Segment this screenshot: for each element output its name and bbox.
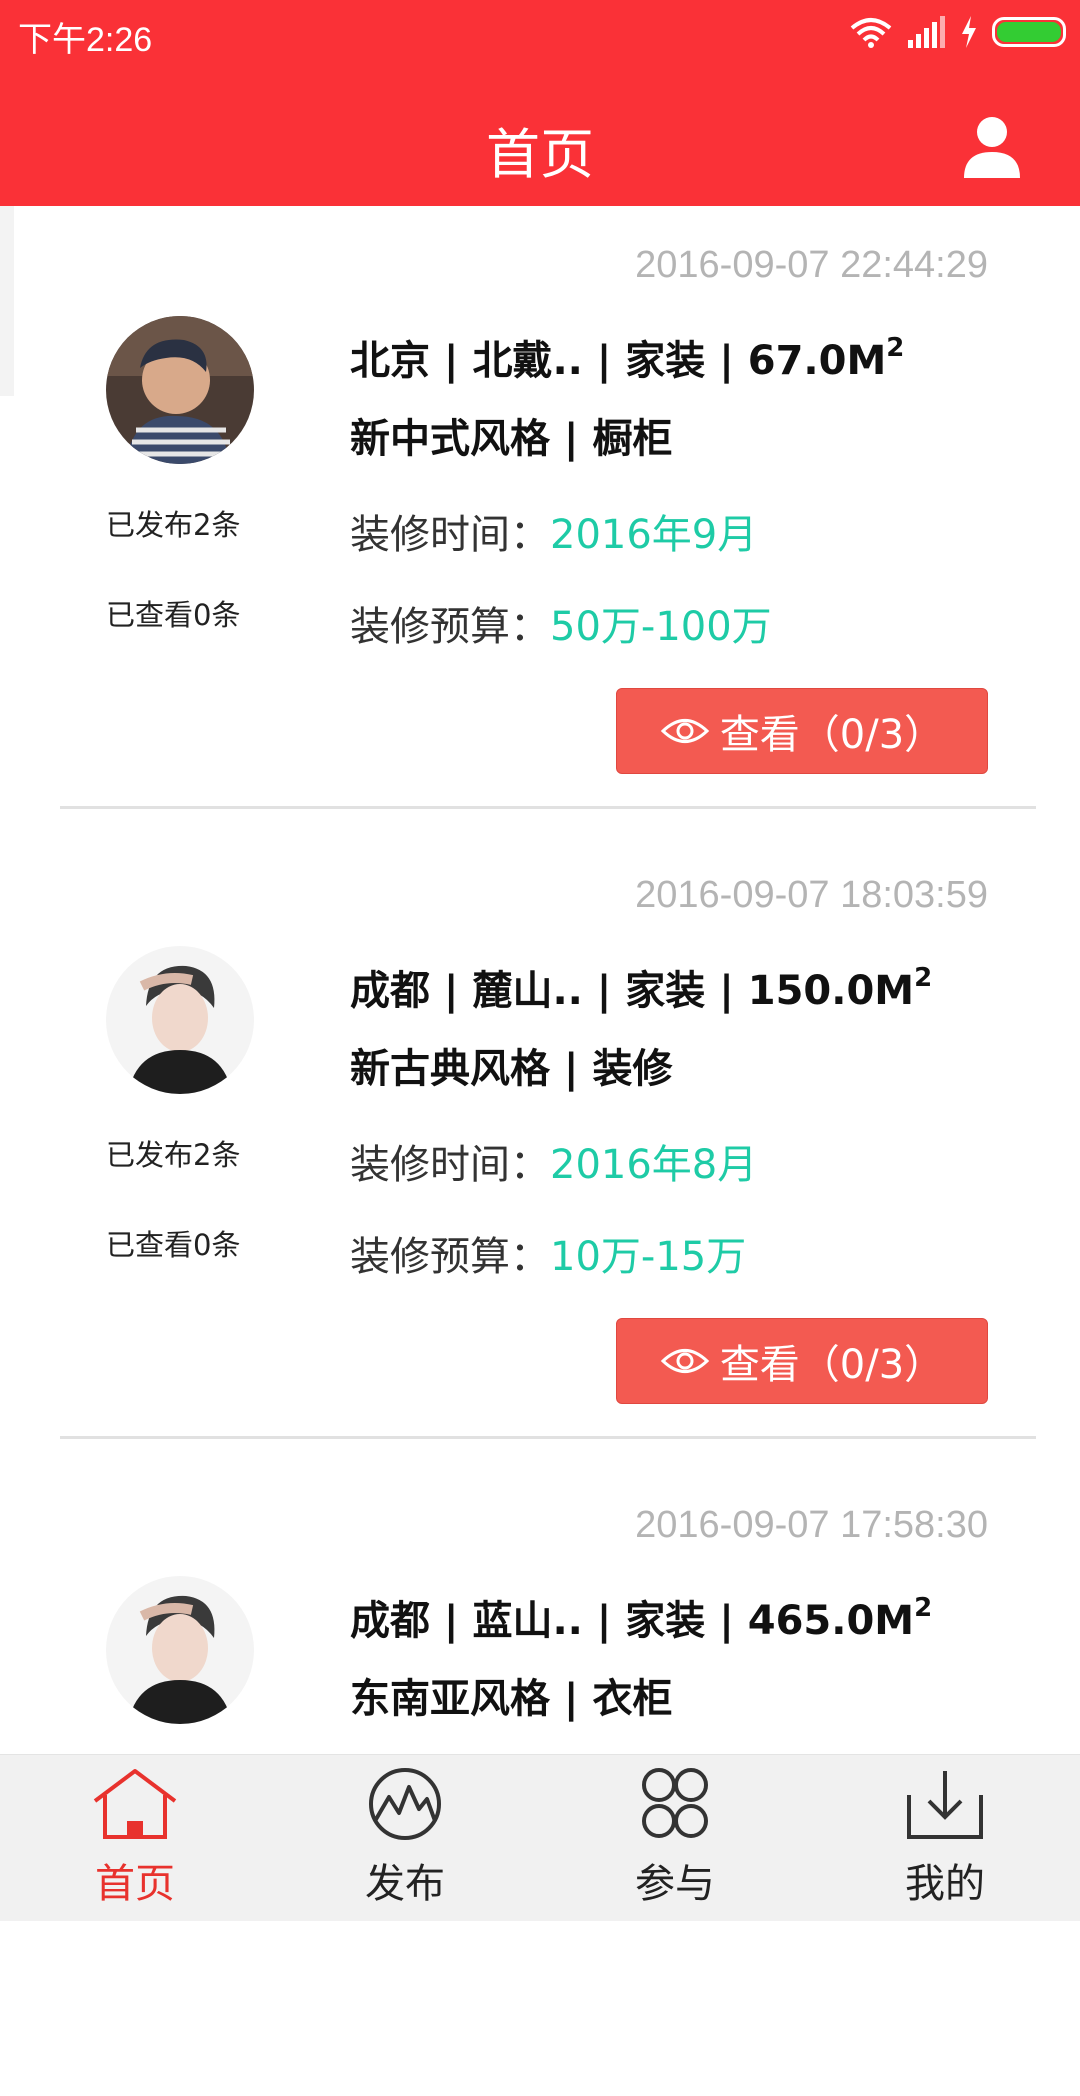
area-superscript: 2 [886,333,905,363]
page-title: 首页 [486,123,594,186]
charging-icon [962,16,976,48]
tab-home[interactable]: 首页 [0,1755,270,1921]
view-button[interactable]: 查看（0/3） [616,1318,988,1404]
tab-label: 发布 [365,1861,445,1907]
tab-label: 参与 [635,1861,715,1907]
post-location: 成都 | 麓山.. | 家装 | 150.0M2 [350,958,932,1016]
view-button-label: 查看（0/3） [719,1342,945,1388]
battery-icon [992,17,1066,47]
user-profile-icon[interactable] [960,114,1024,178]
post-location-text: 北京 | 北戴.. | 家装 | 67.0M [350,338,887,384]
post-location: 成都 | 蓝山.. | 家装 | 465.0M2 [350,1588,932,1646]
tab-label: 我的 [905,1861,985,1907]
post-location: 北京 | 北戴.. | 家装 | 67.0M2 [350,328,904,386]
renovation-time: 装修时间：2016年8月 [350,1132,757,1190]
post-location-text: 成都 | 麓山.. | 家装 | 150.0M [350,968,915,1014]
publish-icon [369,1768,441,1840]
viewed-count: 已查看0条 [106,1228,241,1262]
posted-count: 已发布2条 [106,1138,241,1172]
tab-publish[interactable]: 发布 [270,1755,540,1921]
view-button-label: 查看（0/3） [719,712,945,758]
post-timestamp: 2016-09-07 17:58:30 [635,1504,988,1546]
post-timestamp: 2016-09-07 18:03:59 [635,874,988,916]
renovation-time: 装修时间：2016年9月 [350,502,757,560]
viewed-count: 已查看0条 [106,598,241,632]
avatar[interactable] [106,1576,254,1724]
tab-label: 首页 [95,1861,175,1907]
tab-participate[interactable]: 参与 [540,1755,810,1921]
renovation-budget-label: 装修预算： [350,604,550,650]
renovation-time-label: 装修时间： [350,1142,550,1188]
view-button[interactable]: 查看（0/3） [616,688,988,774]
post-style: 东南亚风格 | 衣柜 [350,1676,673,1722]
eye-icon [660,719,709,743]
bottom-tab-bar: 首页 发布 参与 我的 [0,1754,1080,1921]
renovation-budget-value: 50万-100万 [550,604,772,650]
battery-level [997,22,1061,42]
signal-icon [908,16,945,48]
post-card[interactable]: 2016-09-07 22:44:29 已发布2条 已查看0条 北京 | 北戴.… [0,206,1080,836]
tab-mine[interactable]: 我的 [810,1755,1080,1921]
renovation-budget: 装修预算：10万-15万 [350,1224,746,1282]
post-location-text: 成都 | 蓝山.. | 家装 | 465.0M [350,1598,915,1644]
status-time: 下午2:26 [18,21,153,59]
post-card[interactable]: 2016-09-07 18:03:59 已发布2条 已查看0条 成都 | 麓山.… [0,836,1080,1466]
post-style: 新中式风格 | 橱柜 [350,416,673,462]
avatar[interactable] [106,946,254,1094]
card-divider [60,1436,1036,1439]
participate-icon [642,1768,708,1838]
area-superscript: 2 [914,1593,933,1623]
renovation-time-value: 2016年9月 [550,512,758,558]
app-header: 下午2:26 首页 [0,0,1080,206]
post-timestamp: 2016-09-07 22:44:29 [635,244,988,286]
renovation-budget-label: 装修预算： [350,1234,550,1280]
posted-count: 已发布2条 [106,508,241,542]
download-icon [907,1771,983,1839]
area-superscript: 2 [914,963,933,993]
status-icons [850,12,1066,52]
card-divider [60,806,1036,809]
renovation-time-label: 装修时间： [350,512,550,558]
renovation-budget-value: 10万-15万 [550,1234,747,1280]
wifi-icon [850,18,892,48]
renovation-time-value: 2016年8月 [550,1142,758,1188]
avatar[interactable] [106,316,254,464]
home-icon [93,1769,177,1839]
eye-icon [660,1349,709,1373]
post-style: 新古典风格 | 装修 [350,1046,673,1092]
renovation-budget: 装修预算：50万-100万 [350,594,772,652]
